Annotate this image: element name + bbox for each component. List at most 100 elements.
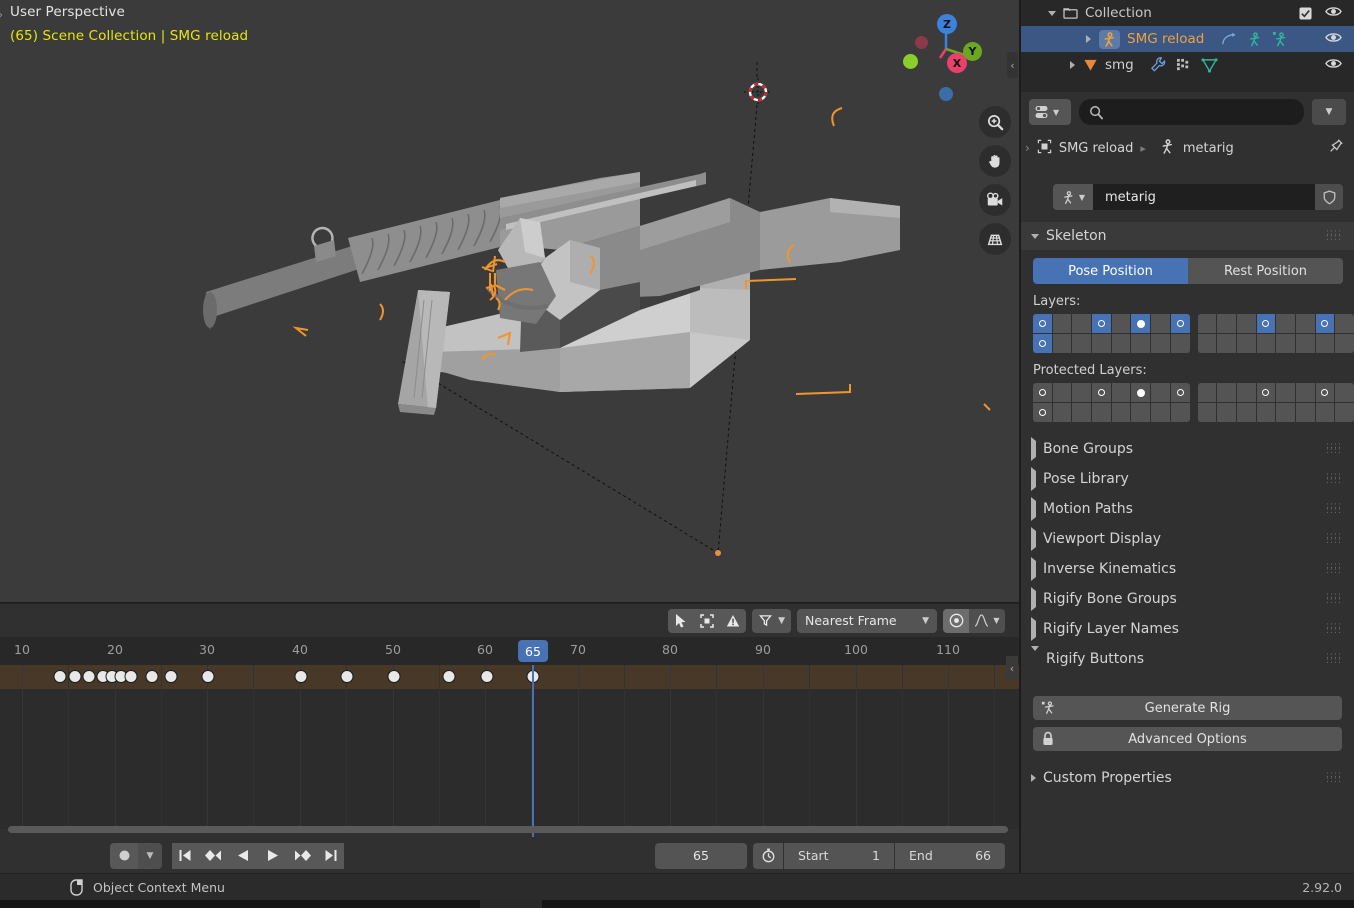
layer-cell[interactable]: [1315, 334, 1335, 353]
layer-cell[interactable]: [1315, 383, 1335, 402]
layer-cell[interactable]: [1111, 314, 1131, 333]
layer-cell[interactable]: [1033, 383, 1052, 402]
layer-cell[interactable]: [1151, 334, 1170, 353]
layer-cell[interactable]: [1335, 403, 1354, 422]
properties-editor[interactable]: ▼ ▼ › SMG reload ▸ metarig ▼ metarig Ske…: [1020, 92, 1354, 873]
filter-dropdown[interactable]: ▼: [752, 608, 791, 633]
chevron-right-icon[interactable]: [1081, 35, 1095, 43]
pose-icon[interactable]: [1272, 31, 1289, 48]
pin-icon[interactable]: [1328, 138, 1344, 158]
layer-cell[interactable]: [1052, 403, 1072, 422]
layer-cell[interactable]: [1217, 403, 1236, 422]
breadcrumb-expand-arrow[interactable]: ›: [1025, 141, 1030, 155]
gizmo-axis-neg-x[interactable]: [915, 36, 928, 49]
playhead-frame-label[interactable]: 65: [518, 640, 548, 662]
record-dot-icon[interactable]: [110, 842, 138, 869]
armature-data-icon[interactable]: ▼: [1053, 184, 1093, 210]
keyframe-marker[interactable]: [124, 670, 138, 683]
layer-cell[interactable]: [1151, 314, 1170, 333]
3d-viewport[interactable]: User Perspective (65) Scene Collection |…: [0, 0, 1019, 602]
layer-cell[interactable]: [1072, 383, 1092, 402]
gizmo-axis-neg-z[interactable]: [939, 87, 953, 101]
layer-cell[interactable]: [1217, 314, 1236, 333]
panel-header-pose-library[interactable]: Pose Library::::::::: [1021, 464, 1354, 494]
keyframe-marker[interactable]: [68, 670, 82, 683]
keyframe-marker[interactable]: [53, 670, 67, 683]
modifier-wrench-icon[interactable]: [1150, 57, 1167, 73]
play-button[interactable]: [258, 842, 288, 869]
layer-cell[interactable]: [1092, 334, 1111, 353]
layer-cell[interactable]: [1151, 403, 1170, 422]
panel-grip-dots[interactable]: ::::::::: [1326, 622, 1342, 636]
prev-keyframe-button[interactable]: [198, 842, 228, 869]
panel-header-motion-paths[interactable]: Motion Paths::::::::: [1021, 494, 1354, 524]
box-select-icon[interactable]: [694, 608, 721, 633]
layer-cell[interactable]: [1052, 314, 1072, 333]
gizmo-axis-z[interactable]: Z: [937, 14, 957, 34]
breadcrumb-object-label[interactable]: SMG reload: [1059, 141, 1134, 156]
layer-cell[interactable]: [1111, 334, 1131, 353]
panel-grip-dots[interactable]: ::::::::: [1326, 592, 1342, 606]
pan-tool-button[interactable]: [979, 145, 1011, 177]
chevron-down-icon[interactable]: [1045, 10, 1059, 16]
panel-header-rigify-layer-names[interactable]: Rigify Layer Names::::::::: [1021, 614, 1354, 644]
keyframe-marker[interactable]: [145, 670, 159, 683]
outliner-editor[interactable]: Collection SMG reload smg: [1020, 0, 1354, 92]
camera-view-button[interactable]: [979, 184, 1011, 216]
layer-cell[interactable]: [1111, 403, 1131, 422]
layer-cell[interactable]: [1072, 403, 1092, 422]
falloff-curve-dropdown[interactable]: ▼: [969, 608, 1005, 633]
gizmo-axis-x[interactable]: X: [947, 53, 967, 73]
layer-cell[interactable]: [1092, 383, 1111, 402]
fake-user-shield-icon[interactable]: [1315, 184, 1343, 210]
mesh-data-icon[interactable]: [1201, 57, 1218, 73]
current-frame-field[interactable]: 65: [655, 842, 747, 869]
generate-rig-button[interactable]: Generate Rig: [1033, 696, 1342, 720]
play-reverse-button[interactable]: [228, 842, 258, 869]
protected-layers-grid[interactable]: [1033, 383, 1354, 422]
chevron-right-icon[interactable]: [1065, 61, 1079, 69]
armature-name-input[interactable]: metarig: [1093, 184, 1315, 210]
layer-cell[interactable]: [1256, 403, 1276, 422]
keyframe-marker[interactable]: [201, 670, 215, 683]
layer-cell[interactable]: [1236, 314, 1256, 333]
breadcrumb-armature-label[interactable]: metarig: [1183, 141, 1234, 156]
layer-cell[interactable]: [1111, 383, 1131, 402]
auto-key-options-chevron[interactable]: ▼: [138, 842, 162, 869]
stopwatch-icon[interactable]: [753, 842, 783, 869]
keyframe-marker[interactable]: [82, 670, 96, 683]
keyframe-marker[interactable]: [387, 670, 401, 683]
panel-grip-dots[interactable]: ::::::::: [1326, 502, 1342, 516]
start-frame-field[interactable]: Start 1: [784, 842, 894, 869]
panel-grip-dots[interactable]: ::::::::: [1326, 562, 1342, 576]
layer-cell[interactable]: [1033, 334, 1052, 353]
pose-position-button[interactable]: Pose Position: [1033, 258, 1188, 284]
layer-cell[interactable]: [1236, 403, 1256, 422]
timeline-horizontal-scrollbar[interactable]: [8, 826, 1008, 833]
layer-cell[interactable]: [1335, 383, 1354, 402]
layer-cell[interactable]: [1295, 383, 1315, 402]
layer-cell[interactable]: [1295, 314, 1315, 333]
layer-cell[interactable]: [1170, 314, 1190, 333]
layer-cell[interactable]: [1256, 334, 1276, 353]
layer-cell[interactable]: [1151, 383, 1170, 402]
layer-cell[interactable]: [1276, 403, 1295, 422]
layer-cell[interactable]: [1256, 314, 1276, 333]
layer-cell[interactable]: [1217, 383, 1236, 402]
texture-icon[interactable]: [1176, 58, 1192, 72]
layer-cell[interactable]: [1197, 403, 1217, 422]
layer-cell[interactable]: [1072, 334, 1092, 353]
panel-header-bone-groups[interactable]: Bone Groups::::::::: [1021, 434, 1354, 464]
layer-cell[interactable]: [1236, 383, 1256, 402]
panel-header-custom-properties[interactable]: Custom Properties ::::::::: [1021, 764, 1354, 792]
visibility-eye-icon[interactable]: [1325, 5, 1342, 22]
properties-options-dropdown[interactable]: ▼: [1312, 99, 1346, 125]
layer-cell[interactable]: [1072, 314, 1092, 333]
panel-grip-dots[interactable]: ::::::::: [1326, 442, 1342, 456]
layer-cell[interactable]: [1033, 403, 1052, 422]
layer-cell[interactable]: [1335, 314, 1354, 333]
layer-cell[interactable]: [1131, 334, 1151, 353]
layer-cell[interactable]: [1197, 383, 1217, 402]
properties-search-input[interactable]: [1079, 99, 1304, 125]
layer-cell[interactable]: [1052, 334, 1072, 353]
